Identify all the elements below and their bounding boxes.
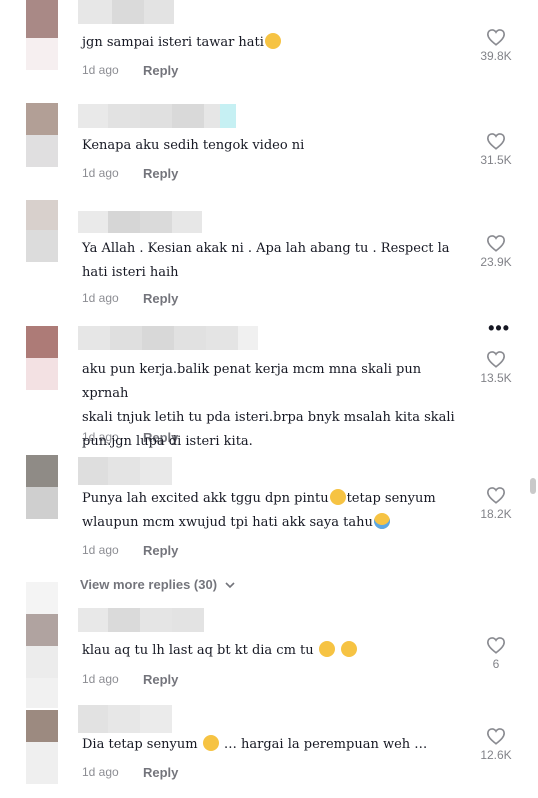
like-count: 18.2K <box>480 507 512 521</box>
avatar[interactable] <box>26 103 58 167</box>
reply-button[interactable]: Reply <box>143 543 178 558</box>
avatar[interactable] <box>26 582 58 708</box>
username[interactable] <box>78 0 174 24</box>
avatar[interactable] <box>26 455 58 519</box>
smirk-face-emoji <box>340 641 357 657</box>
avatar[interactable] <box>26 326 58 390</box>
comment-time: 1d ago <box>82 543 119 557</box>
comment-text: Dia tetap senyum … hargai la perempuan w… <box>82 735 428 752</box>
scrollbar-thumb[interactable] <box>530 478 536 494</box>
comment-time: 1d ago <box>82 166 119 180</box>
reply-button[interactable]: Reply <box>143 430 178 445</box>
avatar[interactable] <box>26 0 58 70</box>
heart-outline-icon <box>486 351 506 368</box>
comment-text: aku pun kerja.balik penat kerja mcm mna … <box>82 362 455 449</box>
comment-text: klau aq tu lh last aq bt kt dia cm tu <box>82 639 467 663</box>
heart-outline-icon <box>486 235 506 252</box>
username[interactable] <box>78 608 204 632</box>
like-count: 6 <box>492 657 500 671</box>
like-count: 13.5K <box>480 371 512 385</box>
like-button[interactable]: 23.9K <box>476 234 516 269</box>
chevron-down-icon <box>225 582 235 589</box>
unamused-face-emoji <box>264 33 281 49</box>
like-button[interactable]: 6 <box>476 636 516 671</box>
like-button[interactable]: 31.5K <box>476 132 516 167</box>
heart-outline-icon <box>486 637 506 654</box>
heart-outline-icon <box>486 29 506 46</box>
like-count: 23.9K <box>480 255 512 269</box>
comment-time: 1d ago <box>82 430 119 444</box>
reply-button[interactable]: Reply <box>143 166 178 181</box>
like-count: 39.8K <box>480 49 512 63</box>
comment-time: 1d ago <box>82 63 119 77</box>
reply-button[interactable]: Reply <box>143 291 178 306</box>
like-button[interactable]: 18.2K <box>476 486 516 521</box>
reply-button[interactable]: Reply <box>143 672 178 687</box>
username[interactable] <box>78 705 172 733</box>
smirk-face-emoji <box>318 641 335 657</box>
reply-button[interactable]: Reply <box>143 765 178 780</box>
heart-outline-icon <box>486 487 506 504</box>
avatar[interactable] <box>26 710 58 784</box>
username[interactable] <box>78 211 202 233</box>
comment-text: Kenapa aku sedih tengok video ni <box>82 138 305 153</box>
comment-text: Punya lah excited akk tggu dpn pintu teta… <box>82 489 436 530</box>
heart-outline-icon <box>486 728 506 745</box>
like-button[interactable]: 39.8K <box>476 28 516 63</box>
view-more-replies-label: View more replies (30) <box>80 577 218 592</box>
more-options-icon[interactable]: ••• <box>488 318 510 339</box>
username[interactable] <box>78 457 172 485</box>
comment-text: Ya Allah . Kesian akak ni . Apa lah aban… <box>82 241 450 280</box>
heart-outline-icon <box>486 133 506 150</box>
comment-text: jgn sampai isteri tawar hati <box>82 31 467 55</box>
username[interactable] <box>78 104 236 128</box>
crying-face-emoji <box>373 513 390 529</box>
reply-button[interactable]: Reply <box>143 63 178 78</box>
like-count: 12.6K <box>480 748 512 762</box>
worried-face-emoji <box>202 735 219 751</box>
like-button[interactable]: 12.6K <box>476 727 516 762</box>
comment-time: 1d ago <box>82 765 119 779</box>
like-count: 31.5K <box>480 153 512 167</box>
sad-face-emoji <box>329 489 346 505</box>
view-more-replies-button[interactable]: View more replies (30) <box>80 577 235 592</box>
comment-time: 1d ago <box>82 291 119 305</box>
avatar[interactable] <box>26 200 58 262</box>
like-button[interactable]: 13.5K <box>476 350 516 385</box>
comment-time: 1d ago <box>82 672 119 686</box>
username[interactable] <box>78 326 258 350</box>
